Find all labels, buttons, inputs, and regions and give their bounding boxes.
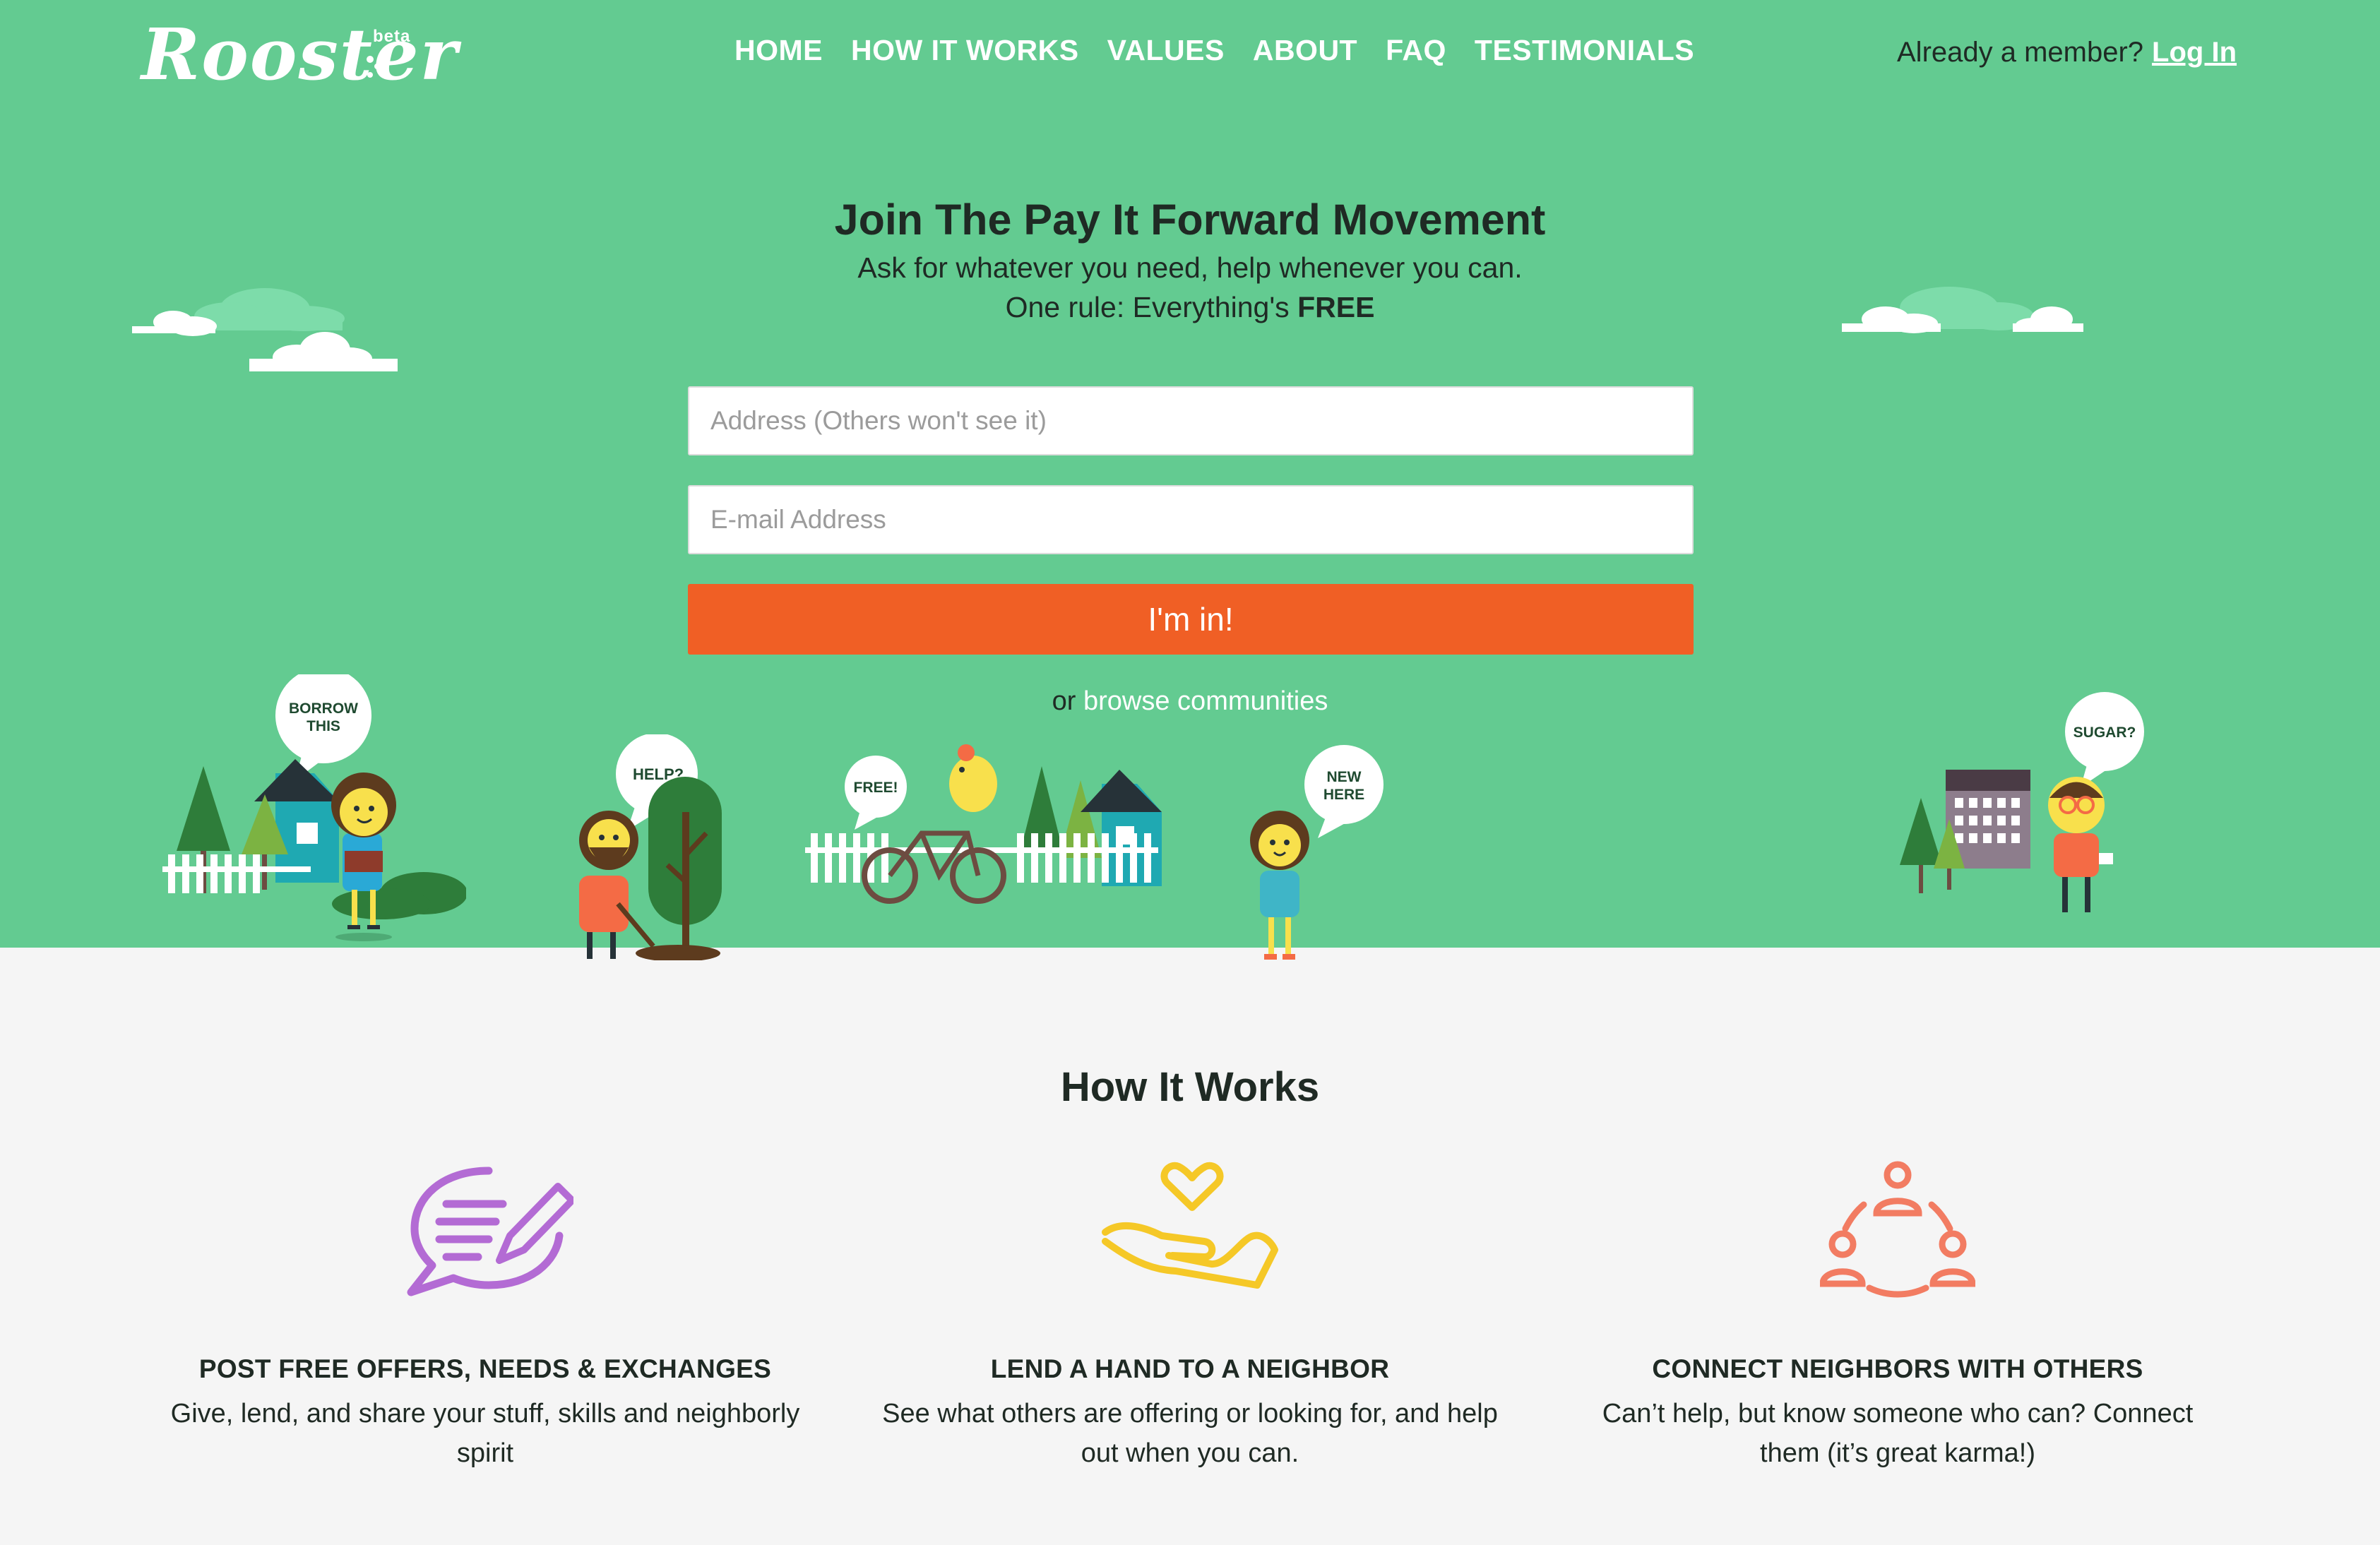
feature-title: CONNECT NEIGHBORS WITH OTHERS: [1652, 1354, 2143, 1383]
nav-how-it-works[interactable]: HOW IT WORKS: [851, 34, 1079, 67]
brand-logo[interactable]: Rooster: [141, 13, 458, 96]
feature-connect-neighbors: CONNECT NEIGHBORS WITH OTHERS Can’t help…: [1559, 1158, 2237, 1473]
sugar-neighbor-illustration: SUGAR?: [1900, 692, 2144, 912]
hero-section: Rooster beta HOME HOW IT WORKS VALUES AB…: [0, 0, 2380, 960]
free-bubble: FREE!: [854, 780, 898, 796]
hero-rule: One rule: Everything's FREE: [0, 291, 2380, 324]
login-link[interactable]: Log In: [2152, 37, 2237, 68]
chat-pencil-icon: [407, 1167, 573, 1296]
nav-home[interactable]: HOME: [734, 34, 823, 67]
address-input[interactable]: [688, 386, 1694, 455]
new-here-bubble-line2: HERE: [1323, 787, 1364, 803]
neighborhood-illustration-girl: BORROW THIS: [162, 674, 466, 941]
member-text: Already a member?: [1897, 37, 2144, 68]
email-input[interactable]: [688, 485, 1694, 554]
borrow-bubble-line2: THIS: [307, 718, 340, 734]
im-in-button[interactable]: I'm in!: [688, 584, 1694, 655]
hero-headline: Join The Pay It Forward Movement: [834, 196, 1546, 244]
hero-subline: Ask for whatever you need, help whenever…: [857, 251, 1523, 284]
how-it-works-title: How It Works: [1060, 1064, 1320, 1110]
logo-dots-icon: [367, 56, 380, 78]
feature-description: See what others are offering or looking …: [882, 1399, 1498, 1468]
nav-testimonials[interactable]: TESTIMONIALS: [1475, 34, 1694, 67]
feature-title: POST FREE OFFERS, NEEDS & EXCHANGES: [198, 1354, 772, 1383]
feature-post-offers: POST FREE OFFERS, NEEDS & EXCHANGES Give…: [146, 1158, 824, 1473]
bike-chicken-illustration: FREE!: [805, 744, 1162, 904]
hero-rule-text: One rule: Everything's: [1005, 291, 1290, 323]
member-prompt: Already a member? Log In: [1897, 37, 2237, 68]
man-planting-illustration: HELP?: [579, 734, 722, 960]
hero-rule-emphasis: FREE: [1297, 291, 1375, 323]
feature-description: Can’t help, but know someone who can? Co…: [1602, 1399, 2194, 1468]
new-neighbor-illustration: NEW HERE: [1250, 745, 1384, 960]
nav-faq[interactable]: FAQ: [1386, 34, 1446, 67]
nav-values[interactable]: VALUES: [1107, 34, 1225, 67]
browse-prefix: or: [1052, 686, 1076, 716]
main-nav: HOME HOW IT WORKS VALUES ABOUT FAQ TESTI…: [734, 34, 1694, 67]
borrow-bubble-line1: BORROW: [289, 700, 358, 717]
nav-about[interactable]: ABOUT: [1253, 34, 1357, 67]
feature-title: LEND A HAND TO A NEIGHBOR: [990, 1354, 1390, 1383]
beta-badge: beta: [373, 27, 411, 46]
new-here-bubble-line1: NEW: [1327, 769, 1362, 785]
sugar-bubble: SUGAR?: [2073, 724, 2136, 741]
people-network-icon: [1820, 1161, 1975, 1298]
browse-communities-link[interactable]: browse communities: [1083, 686, 1328, 716]
feature-description: Give, lend, and share your stuff, skills…: [170, 1399, 800, 1468]
feature-lend-hand: LEND A HAND TO A NEIGHBOR See what other…: [851, 1158, 1529, 1473]
hand-heart-icon: [1102, 1162, 1278, 1289]
